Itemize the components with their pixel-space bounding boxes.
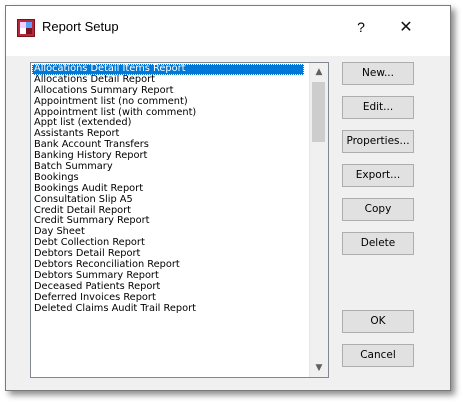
report-setup-dialog: Report Setup ? ✕ Allocations Detail Item…	[5, 5, 451, 391]
app-icon	[17, 19, 35, 37]
new-button[interactable]: New...	[342, 62, 414, 85]
copy-button[interactable]: Copy	[342, 198, 414, 221]
help-button[interactable]: ?	[352, 17, 370, 37]
scroll-up-icon[interactable]: ▲	[310, 63, 328, 81]
delete-button[interactable]: Delete	[342, 232, 414, 255]
close-button[interactable]: ✕	[395, 16, 417, 38]
list-item[interactable]: Deleted Claims Audit Trail Report	[32, 303, 309, 315]
list-item[interactable]: Deferred Invoices Report	[32, 292, 309, 304]
edit-button[interactable]: Edit...	[342, 96, 414, 119]
scroll-thumb[interactable]	[312, 82, 325, 142]
export-button[interactable]: Export...	[342, 164, 414, 187]
scroll-down-icon[interactable]: ▼	[310, 359, 328, 377]
report-list[interactable]: Allocations Detail Items Report Allocatio…	[30, 62, 329, 378]
cancel-button[interactable]: Cancel	[342, 344, 414, 367]
report-list-items: Allocations Detail Items Report Allocatio…	[32, 64, 309, 376]
window-title: Report Setup	[42, 19, 119, 34]
list-item[interactable]: Appointment list (no comment)	[32, 96, 309, 108]
list-item[interactable]: Consultation Slip A5	[32, 194, 309, 206]
title-bar: Report Setup ? ✕	[6, 6, 450, 56]
ok-button[interactable]: OK	[342, 310, 414, 333]
vertical-scrollbar[interactable]: ▲ ▼	[309, 63, 328, 377]
properties-button[interactable]: Properties...	[342, 130, 414, 153]
